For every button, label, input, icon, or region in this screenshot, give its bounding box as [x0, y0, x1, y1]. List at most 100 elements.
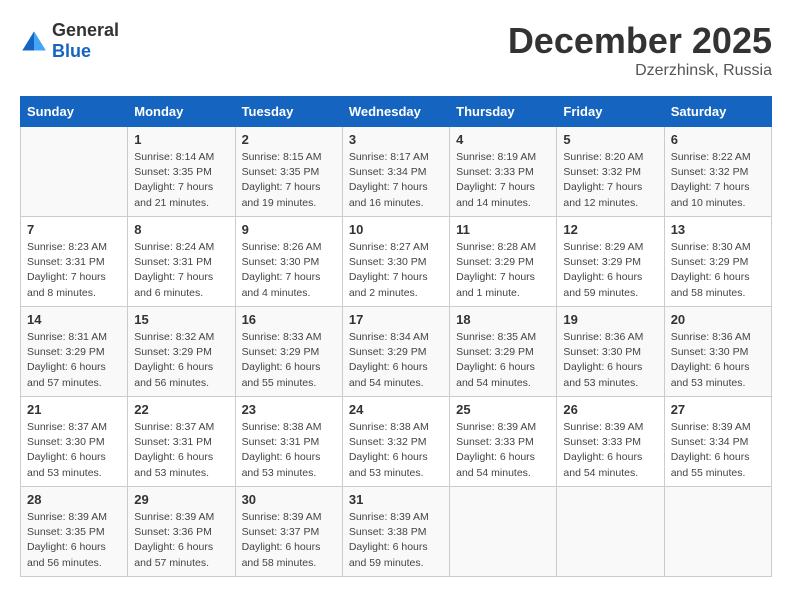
cell-sun-info: Sunrise: 8:33 AM Sunset: 3:29 PM Dayligh…: [242, 330, 336, 391]
cell-sun-info: Sunrise: 8:26 AM Sunset: 3:30 PM Dayligh…: [242, 240, 336, 301]
calendar-week-row: 14 Sunrise: 8:31 AM Sunset: 3:29 PM Dayli…: [21, 307, 772, 397]
location-subtitle: Dzerzhinsk, Russia: [508, 62, 772, 80]
calendar-cell: 14 Sunrise: 8:31 AM Sunset: 3:29 PM Dayli…: [21, 307, 128, 397]
day-number: 28: [27, 492, 121, 507]
cell-sun-info: Sunrise: 8:37 AM Sunset: 3:31 PM Dayligh…: [134, 420, 228, 481]
day-number: 24: [349, 402, 443, 417]
cell-sun-info: Sunrise: 8:39 AM Sunset: 3:33 PM Dayligh…: [456, 420, 550, 481]
calendar-cell: [450, 487, 557, 577]
col-header-friday: Friday: [557, 97, 664, 127]
cell-sun-info: Sunrise: 8:20 AM Sunset: 3:32 PM Dayligh…: [563, 150, 657, 211]
day-number: 11: [456, 222, 550, 237]
calendar-cell: 13Sunrise: 8:30 AM Sunset: 3:29 PM Dayli…: [664, 217, 771, 307]
calendar-cell: 17Sunrise: 8:34 AM Sunset: 3:29 PM Dayli…: [342, 307, 449, 397]
calendar-cell: 8Sunrise: 8:24 AM Sunset: 3:31 PM Daylig…: [128, 217, 235, 307]
day-number: 7: [27, 222, 121, 237]
calendar-week-row: 21Sunrise: 8:37 AM Sunset: 3:30 PM Dayli…: [21, 397, 772, 487]
calendar-cell: 1 Sunrise: 8:14 AM Sunset: 3:35 PM Daylig…: [128, 127, 235, 217]
day-number: 13: [671, 222, 765, 237]
day-number: 5: [563, 132, 657, 147]
calendar-cell: 26 Sunrise: 8:39 AM Sunset: 3:33 PM Dayli…: [557, 397, 664, 487]
day-number: 30: [242, 492, 336, 507]
calendar-cell: 12 Sunrise: 8:29 AM Sunset: 3:29 PM Dayli…: [557, 217, 664, 307]
cell-sun-info: Sunrise: 8:28 AM Sunset: 3:29 PM Dayligh…: [456, 240, 550, 301]
day-number: 22: [134, 402, 228, 417]
day-number: 16: [242, 312, 336, 327]
cell-sun-info: Sunrise: 8:17 AM Sunset: 3:34 PM Dayligh…: [349, 150, 443, 211]
cell-sun-info: Sunrise: 8:23 AM Sunset: 3:31 PM Dayligh…: [27, 240, 121, 301]
cell-sun-info: Sunrise: 8:29 AM Sunset: 3:29 PM Dayligh…: [563, 240, 657, 301]
day-number: 27: [671, 402, 765, 417]
col-header-monday: Monday: [128, 97, 235, 127]
cell-sun-info: Sunrise: 8:32 AM Sunset: 3:29 PM Dayligh…: [134, 330, 228, 391]
calendar-cell: 20Sunrise: 8:36 AM Sunset: 3:30 PM Dayli…: [664, 307, 771, 397]
calendar-cell: 21Sunrise: 8:37 AM Sunset: 3:30 PM Dayli…: [21, 397, 128, 487]
cell-sun-info: Sunrise: 8:39 AM Sunset: 3:35 PM Dayligh…: [27, 510, 121, 571]
calendar-cell: 23 Sunrise: 8:38 AM Sunset: 3:31 PM Dayli…: [235, 397, 342, 487]
day-number: 29: [134, 492, 228, 507]
col-header-wednesday: Wednesday: [342, 97, 449, 127]
calendar-cell: 3Sunrise: 8:17 AM Sunset: 3:34 PM Daylig…: [342, 127, 449, 217]
cell-sun-info: Sunrise: 8:15 AM Sunset: 3:35 PM Dayligh…: [242, 150, 336, 211]
calendar-cell: 31Sunrise: 8:39 AM Sunset: 3:38 PM Dayli…: [342, 487, 449, 577]
calendar-cell: 6Sunrise: 8:22 AM Sunset: 3:32 PM Daylig…: [664, 127, 771, 217]
cell-sun-info: Sunrise: 8:34 AM Sunset: 3:29 PM Dayligh…: [349, 330, 443, 391]
cell-sun-info: Sunrise: 8:31 AM Sunset: 3:29 PM Dayligh…: [27, 330, 121, 391]
logo-text-general: General: [52, 20, 119, 40]
cell-sun-info: Sunrise: 8:39 AM Sunset: 3:34 PM Dayligh…: [671, 420, 765, 481]
cell-sun-info: Sunrise: 8:39 AM Sunset: 3:33 PM Dayligh…: [563, 420, 657, 481]
calendar-cell: [21, 127, 128, 217]
calendar-cell: 16 Sunrise: 8:33 AM Sunset: 3:29 PM Dayli…: [235, 307, 342, 397]
cell-sun-info: Sunrise: 8:14 AM Sunset: 3:35 PM Dayligh…: [134, 150, 228, 211]
calendar-body: 1 Sunrise: 8:14 AM Sunset: 3:35 PM Daylig…: [21, 127, 772, 577]
day-number: 6: [671, 132, 765, 147]
cell-sun-info: Sunrise: 8:38 AM Sunset: 3:31 PM Dayligh…: [242, 420, 336, 481]
logo: General Blue: [20, 20, 119, 62]
day-number: 12: [563, 222, 657, 237]
calendar-cell: [664, 487, 771, 577]
day-number: 1: [134, 132, 228, 147]
calendar-cell: 15Sunrise: 8:32 AM Sunset: 3:29 PM Dayli…: [128, 307, 235, 397]
calendar-week-row: 1 Sunrise: 8:14 AM Sunset: 3:35 PM Daylig…: [21, 127, 772, 217]
day-number: 18: [456, 312, 550, 327]
calendar-cell: 5 Sunrise: 8:20 AM Sunset: 3:32 PM Daylig…: [557, 127, 664, 217]
calendar-cell: 11 Sunrise: 8:28 AM Sunset: 3:29 PM Dayli…: [450, 217, 557, 307]
month-title: December 2025: [508, 20, 772, 62]
calendar-cell: 9 Sunrise: 8:26 AM Sunset: 3:30 PM Daylig…: [235, 217, 342, 307]
calendar-cell: 19 Sunrise: 8:36 AM Sunset: 3:30 PM Dayli…: [557, 307, 664, 397]
cell-sun-info: Sunrise: 8:39 AM Sunset: 3:38 PM Dayligh…: [349, 510, 443, 571]
day-number: 21: [27, 402, 121, 417]
day-number: 20: [671, 312, 765, 327]
logo-text-blue: Blue: [52, 41, 91, 61]
day-number: 2: [242, 132, 336, 147]
col-header-tuesday: Tuesday: [235, 97, 342, 127]
calendar-cell: 2 Sunrise: 8:15 AM Sunset: 3:35 PM Daylig…: [235, 127, 342, 217]
calendar-cell: 18 Sunrise: 8:35 AM Sunset: 3:29 PM Dayli…: [450, 307, 557, 397]
day-number: 19: [563, 312, 657, 327]
calendar-header-row: SundayMondayTuesdayWednesdayThursdayFrid…: [21, 97, 772, 127]
calendar-table: SundayMondayTuesdayWednesdayThursdayFrid…: [20, 96, 772, 577]
calendar-cell: 27 Sunrise: 8:39 AM Sunset: 3:34 PM Dayli…: [664, 397, 771, 487]
cell-sun-info: Sunrise: 8:36 AM Sunset: 3:30 PM Dayligh…: [563, 330, 657, 391]
calendar-cell: 28 Sunrise: 8:39 AM Sunset: 3:35 PM Dayli…: [21, 487, 128, 577]
day-number: 4: [456, 132, 550, 147]
day-number: 23: [242, 402, 336, 417]
title-area: December 2025 Dzerzhinsk, Russia: [508, 20, 772, 80]
calendar-cell: 25Sunrise: 8:39 AM Sunset: 3:33 PM Dayli…: [450, 397, 557, 487]
cell-sun-info: Sunrise: 8:38 AM Sunset: 3:32 PM Dayligh…: [349, 420, 443, 481]
day-number: 26: [563, 402, 657, 417]
calendar-cell: 10Sunrise: 8:27 AM Sunset: 3:30 PM Dayli…: [342, 217, 449, 307]
col-header-thursday: Thursday: [450, 97, 557, 127]
cell-sun-info: Sunrise: 8:19 AM Sunset: 3:33 PM Dayligh…: [456, 150, 550, 211]
cell-sun-info: Sunrise: 8:35 AM Sunset: 3:29 PM Dayligh…: [456, 330, 550, 391]
cell-sun-info: Sunrise: 8:39 AM Sunset: 3:36 PM Dayligh…: [134, 510, 228, 571]
calendar-cell: 7 Sunrise: 8:23 AM Sunset: 3:31 PM Daylig…: [21, 217, 128, 307]
calendar-cell: 30Sunrise: 8:39 AM Sunset: 3:37 PM Dayli…: [235, 487, 342, 577]
page-header: General Blue December 2025 Dzerzhinsk, R…: [20, 20, 772, 80]
cell-sun-info: Sunrise: 8:24 AM Sunset: 3:31 PM Dayligh…: [134, 240, 228, 301]
day-number: 14: [27, 312, 121, 327]
calendar-cell: 24 Sunrise: 8:38 AM Sunset: 3:32 PM Dayli…: [342, 397, 449, 487]
cell-sun-info: Sunrise: 8:27 AM Sunset: 3:30 PM Dayligh…: [349, 240, 443, 301]
logo-icon: [20, 30, 48, 52]
day-number: 9: [242, 222, 336, 237]
